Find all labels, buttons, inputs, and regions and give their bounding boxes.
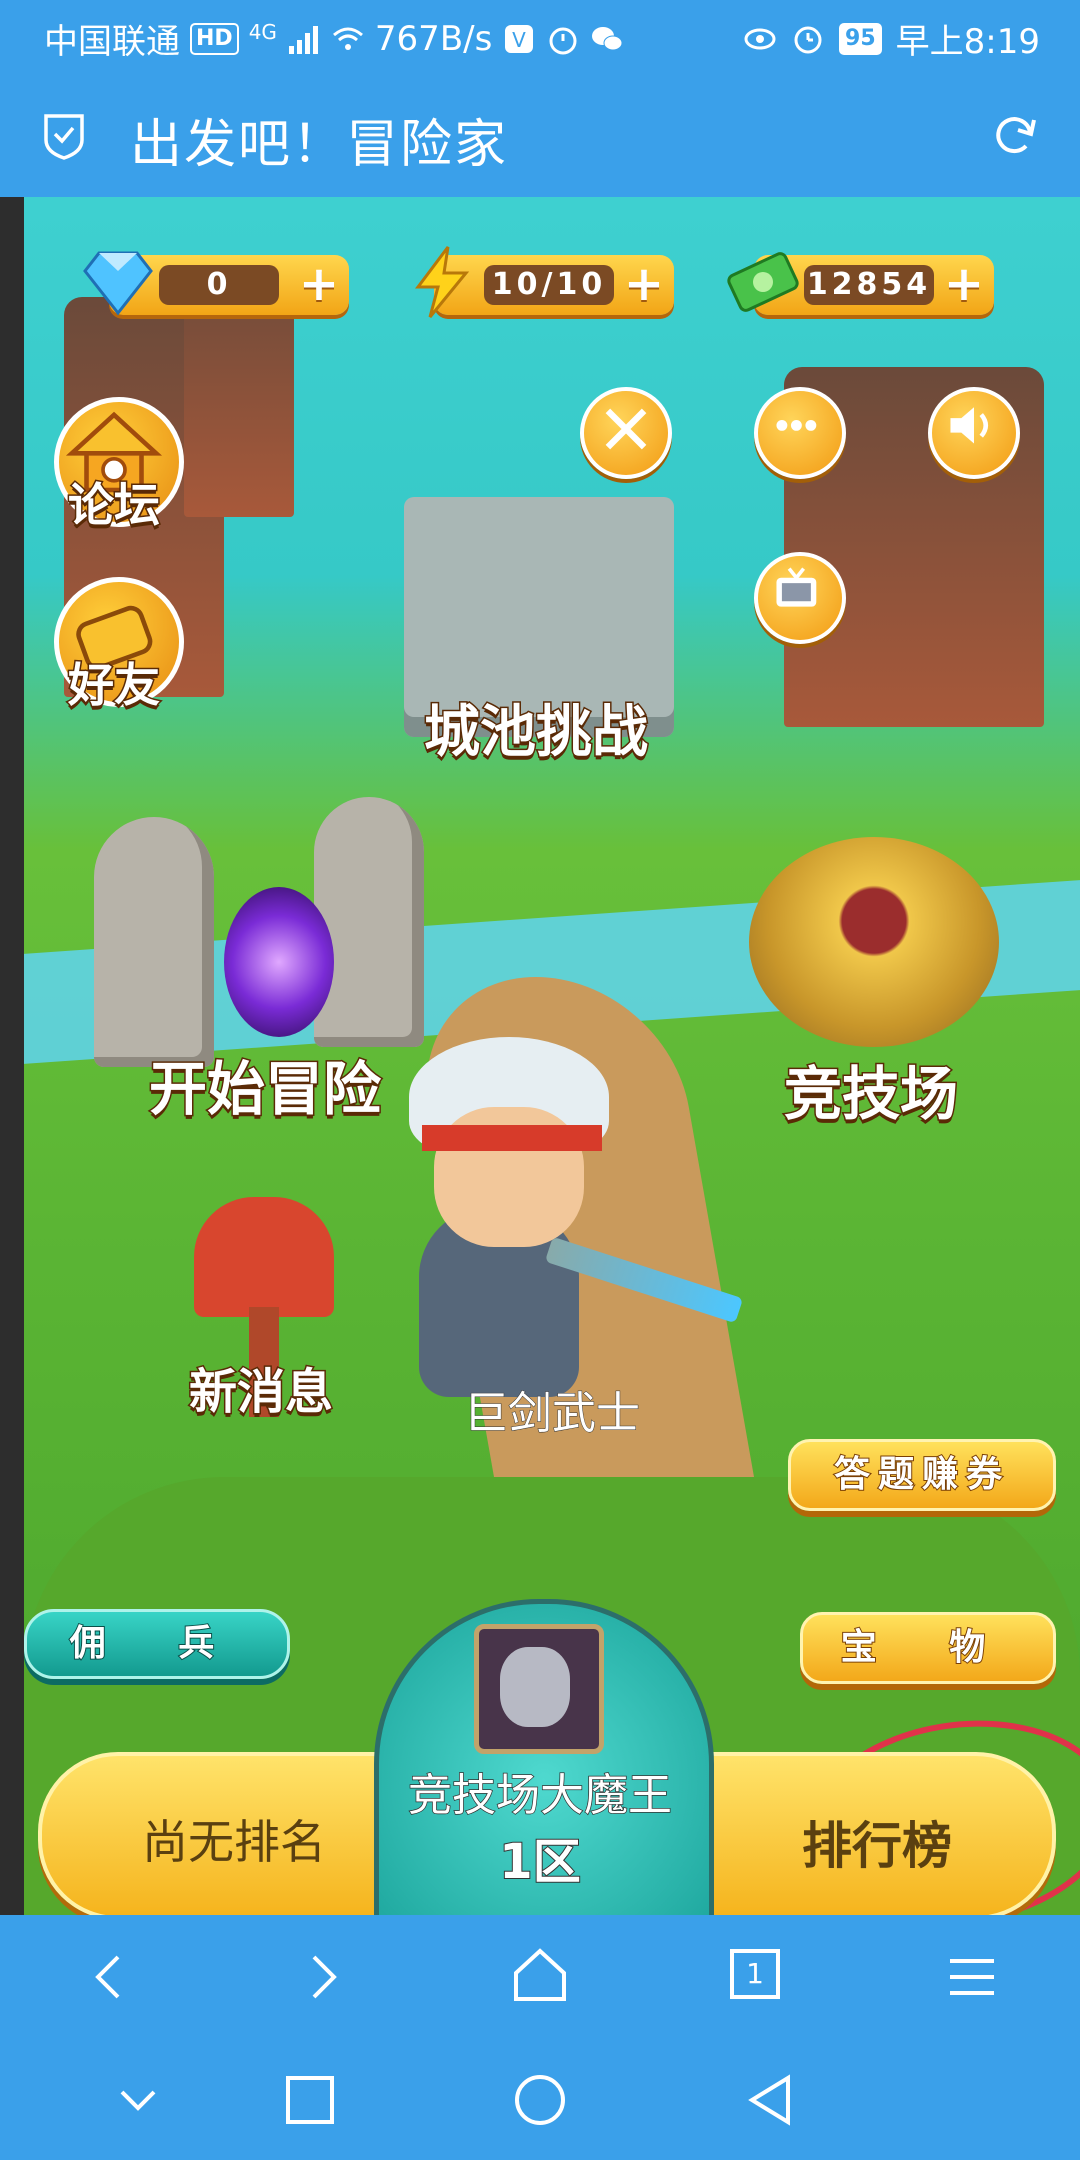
leaderboard-button[interactable]: 排行榜 xyxy=(802,1806,952,1878)
wifi-icon xyxy=(332,27,363,50)
reload-icon[interactable] xyxy=(990,110,1040,160)
arena-boss-title: 竞技场大魔王 xyxy=(407,1769,673,1822)
add-gems-button[interactable]: + xyxy=(297,260,341,308)
cash-value: 12854 xyxy=(804,265,934,305)
signal-icon xyxy=(288,25,318,54)
arena-label[interactable]: 竞技场 xyxy=(782,1047,959,1131)
tv-icon xyxy=(776,567,817,607)
treasure-button[interactable]: 宝 物 xyxy=(800,1612,1056,1684)
lightning-icon xyxy=(415,246,470,318)
recent-apps-icon[interactable] xyxy=(280,2070,340,2130)
vpn-icon: V xyxy=(505,24,534,53)
page-title: 出发吧！冒险家 xyxy=(130,115,509,175)
castle-challenge-label[interactable]: 城池挑战 xyxy=(423,687,650,768)
battle-toggle-button[interactable] xyxy=(580,387,672,479)
energy-value: 10/10 xyxy=(484,265,614,305)
boss-portrait xyxy=(500,1647,570,1727)
cash-counter: 12854 + xyxy=(727,252,994,315)
add-cash-button[interactable]: + xyxy=(942,260,986,308)
stone-statue xyxy=(314,797,424,1047)
svg-text:V: V xyxy=(512,28,526,52)
crossed-swords-icon xyxy=(605,408,647,450)
more-icon xyxy=(776,419,817,431)
more-options-button[interactable] xyxy=(754,387,846,479)
home-icon[interactable] xyxy=(510,1945,570,2005)
eye-icon xyxy=(744,28,776,49)
game-canvas[interactable]: 0 + 10/10 + 12854 + 论坛 好友 城池挑战 开始冒险 竞技场 xyxy=(24,197,1080,1915)
forum-label: 论坛 xyxy=(67,477,162,534)
stone-statue xyxy=(94,817,214,1067)
browser-toolbar: 1 xyxy=(0,1915,1080,2040)
diamond-icon xyxy=(83,251,153,316)
friends-label: 好友 xyxy=(67,657,162,714)
hero-name: 巨剑武士 xyxy=(464,1388,641,1440)
hero-headband xyxy=(422,1125,602,1151)
rank-status[interactable]: 尚无排名 xyxy=(142,1806,326,1872)
sound-button[interactable] xyxy=(928,387,1020,479)
hd-badge: HD xyxy=(190,22,239,55)
gems-counter: 0 + xyxy=(83,251,349,316)
add-energy-button[interactable]: + xyxy=(622,260,666,308)
back-icon[interactable] xyxy=(80,1947,140,2007)
mercenary-button[interactable]: 佣 兵 xyxy=(24,1609,290,1679)
tabs-button[interactable]: 1 xyxy=(730,1949,780,1999)
adventure-portal[interactable] xyxy=(224,887,334,1037)
alarm-icon xyxy=(794,26,822,53)
left-edge-strip xyxy=(0,197,24,1915)
network-label: 4G xyxy=(248,19,277,44)
carrier-label: 中国联通 xyxy=(44,22,180,62)
battery-indicator: 95 xyxy=(839,22,882,55)
status-bar: 中国联通 HD 4G 767B/s V 95 早上8:19 xyxy=(0,0,1080,72)
menu-icon[interactable] xyxy=(942,1947,1002,2007)
browser-app-bar: 出发吧！冒险家 xyxy=(0,72,1080,197)
network-speed: 767B/s xyxy=(374,18,493,59)
system-back-icon[interactable] xyxy=(740,2070,800,2130)
arena-colosseum[interactable] xyxy=(749,837,999,1047)
mailbox[interactable] xyxy=(194,1197,334,1317)
collapse-icon[interactable] xyxy=(108,2070,168,2130)
forward-icon[interactable] xyxy=(292,1947,352,2007)
start-adventure-label[interactable]: 开始冒险 xyxy=(147,1042,382,1126)
new-messages-label[interactable]: 新消息 xyxy=(187,1352,334,1422)
video-ad-button[interactable] xyxy=(754,552,846,644)
timer-icon xyxy=(549,27,577,54)
home-circle-icon[interactable] xyxy=(510,2070,570,2130)
shield-check-icon[interactable] xyxy=(42,112,86,160)
wechat-icon xyxy=(592,26,623,50)
system-navigation-bar xyxy=(0,2040,1080,2160)
speaker-icon xyxy=(950,407,989,444)
energy-counter: 10/10 + xyxy=(415,246,674,318)
gems-value: 0 xyxy=(159,265,279,305)
quiz-earn-button[interactable]: 答题赚券 xyxy=(788,1439,1056,1511)
cash-icon xyxy=(727,252,799,312)
clock: 早上8:19 xyxy=(895,22,1040,62)
server-zone: 1区 xyxy=(498,1833,581,1891)
